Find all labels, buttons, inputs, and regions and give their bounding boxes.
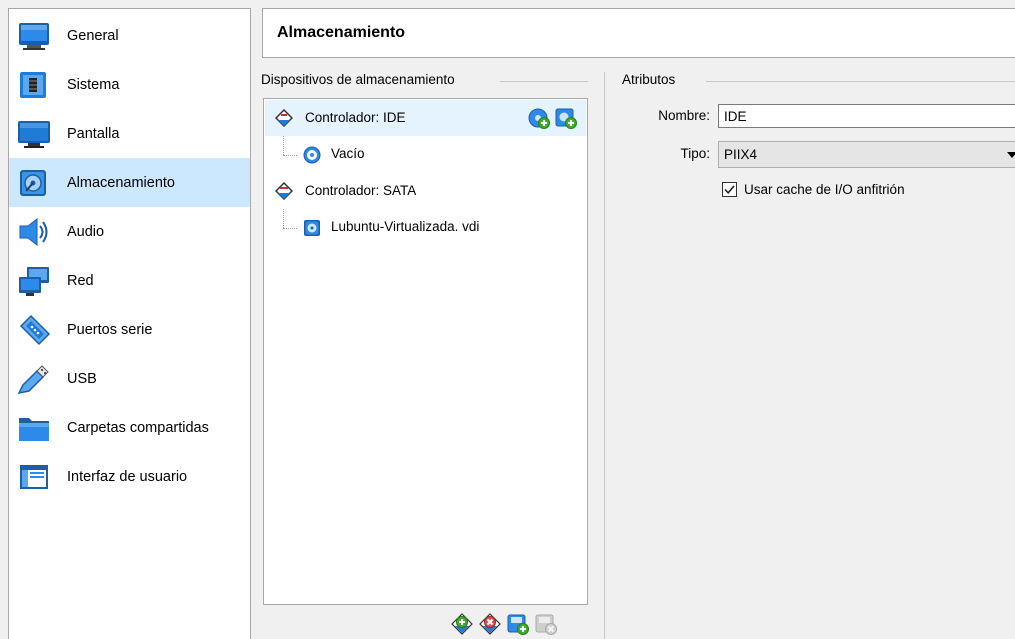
sidebar-item-pantalla[interactable]: Pantalla bbox=[9, 109, 250, 158]
sidebar-item-label: Audio bbox=[67, 223, 105, 240]
remove-controller-icon[interactable] bbox=[479, 613, 501, 635]
type-label: Tipo: bbox=[680, 146, 710, 161]
name-label: Nombre: bbox=[658, 108, 710, 123]
optical-disc-icon bbox=[303, 146, 321, 164]
tree-row-label: Vacío bbox=[331, 146, 365, 161]
sidebar-item-label: Puertos serie bbox=[67, 321, 153, 338]
folder-icon bbox=[19, 418, 49, 441]
tree-row-label: Lubuntu-Virtualizada. vdi bbox=[331, 219, 480, 234]
sidebar-item-sistema[interactable]: Sistema bbox=[9, 60, 250, 109]
tree-row-empty-optical[interactable]: Vacío bbox=[265, 136, 586, 172]
settings-sidebar: General Sistema Pantalla Almacenamiento … bbox=[8, 8, 251, 639]
speaker-icon bbox=[19, 217, 48, 247]
remove-attachment-icon[interactable] bbox=[535, 613, 557, 635]
sidebar-item-carpetas-compartidas[interactable]: Carpetas compartidas bbox=[9, 403, 250, 452]
type-select[interactable]: PIIX4 bbox=[718, 141, 1015, 168]
storage-tree[interactable]: Controlador: IDE Vacío Controlador: SATA… bbox=[263, 98, 588, 605]
sidebar-item-puertos-serie[interactable]: Puertos serie bbox=[9, 305, 250, 354]
hard-disk-icon bbox=[304, 220, 320, 236]
attributes-group-title: Atributos bbox=[622, 72, 684, 87]
tree-row-label: Controlador: IDE bbox=[305, 110, 406, 125]
add-hard-disk-icon[interactable] bbox=[555, 107, 577, 129]
add-optical-drive-icon[interactable] bbox=[528, 107, 550, 129]
checkmark-icon bbox=[724, 185, 735, 194]
sidebar-item-general[interactable]: General bbox=[9, 11, 250, 60]
sidebar-item-label: General bbox=[67, 27, 119, 44]
name-input[interactable] bbox=[718, 104, 1015, 128]
page-header: Almacenamiento bbox=[262, 8, 1015, 58]
page-title: Almacenamiento bbox=[277, 24, 406, 41]
sidebar-item-label: Almacenamiento bbox=[67, 174, 175, 191]
serial-port-icon bbox=[19, 314, 51, 346]
sidebar-item-label: Sistema bbox=[67, 76, 120, 93]
sidebar-item-red[interactable]: Red bbox=[9, 256, 250, 305]
storage-group-divider bbox=[500, 81, 588, 82]
add-attachment-icon[interactable] bbox=[507, 613, 529, 635]
usb-icon bbox=[17, 365, 49, 395]
sata-controller-icon bbox=[275, 182, 293, 200]
host-cache-checkbox[interactable] bbox=[722, 182, 737, 197]
sidebar-item-usb[interactable]: USB bbox=[9, 354, 250, 403]
sidebar-item-label: Red bbox=[67, 272, 94, 289]
sidebar-item-label: Carpetas compartidas bbox=[67, 419, 209, 436]
add-controller-icon[interactable] bbox=[451, 613, 473, 635]
panel-divider bbox=[604, 72, 605, 639]
storage-devices-group-title: Dispositivos de almacenamiento bbox=[261, 72, 463, 87]
host-cache-label[interactable]: Usar cache de I/O anfitrión bbox=[744, 182, 905, 197]
chip-icon bbox=[20, 72, 46, 98]
display-icon bbox=[18, 121, 50, 148]
sidebar-item-interfaz-de-usuario[interactable]: Interfaz de usuario bbox=[9, 452, 250, 501]
ide-controller-icon bbox=[275, 109, 293, 127]
attributes-group-divider bbox=[706, 81, 1015, 82]
tree-row-label: Controlador: SATA bbox=[305, 183, 417, 198]
sidebar-item-label: USB bbox=[67, 370, 97, 387]
type-select-value: PIIX4 bbox=[724, 147, 758, 162]
tree-row-ide-controller[interactable]: Controlador: IDE bbox=[265, 100, 586, 136]
monitor-general-icon bbox=[19, 23, 49, 50]
tree-row-sata-controller[interactable]: Controlador: SATA bbox=[265, 173, 586, 209]
chevron-down-icon bbox=[1007, 152, 1015, 158]
sidebar-item-label: Interfaz de usuario bbox=[67, 468, 188, 485]
tree-row-vdi-disk[interactable]: Lubuntu-Virtualizada. vdi bbox=[265, 209, 586, 245]
storage-disk-icon bbox=[20, 170, 46, 196]
network-icon bbox=[19, 267, 49, 296]
sidebar-item-audio[interactable]: Audio bbox=[9, 207, 250, 256]
window-ui-icon bbox=[20, 465, 48, 489]
sidebar-item-almacenamiento[interactable]: Almacenamiento bbox=[9, 158, 250, 207]
sidebar-item-label: Pantalla bbox=[67, 125, 120, 142]
